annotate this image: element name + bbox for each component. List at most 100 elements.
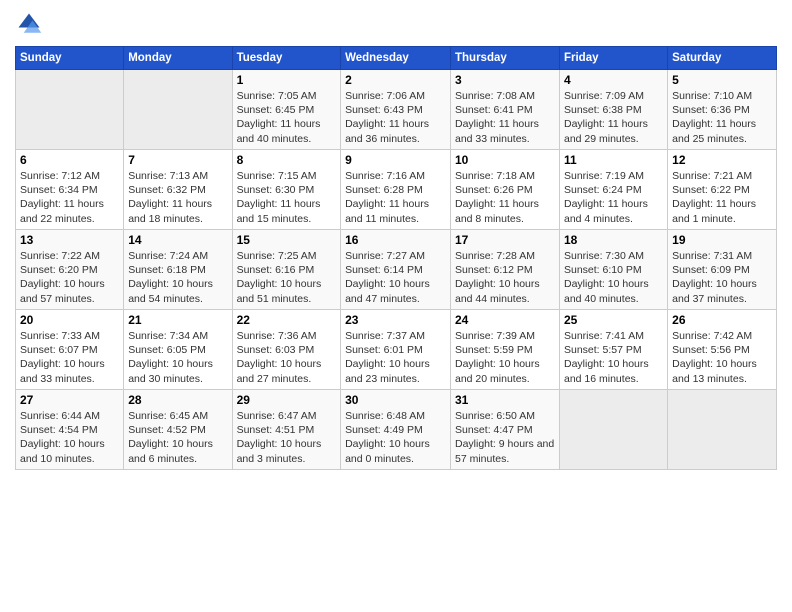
day-number: 25 (564, 313, 663, 327)
calendar-table: SundayMondayTuesdayWednesdayThursdayFrid… (15, 46, 777, 470)
weekday-header: Thursday (451, 47, 560, 70)
day-info: Sunrise: 7:33 AM Sunset: 6:07 PM Dayligh… (20, 329, 119, 386)
calendar-cell: 5 Sunrise: 7:10 AM Sunset: 6:36 PM Daylig… (668, 70, 777, 150)
day-number: 22 (237, 313, 337, 327)
day-info: Sunrise: 7:34 AM Sunset: 6:05 PM Dayligh… (128, 329, 227, 386)
calendar-cell: 15 Sunrise: 7:25 AM Sunset: 6:16 PM Dayli… (232, 230, 341, 310)
calendar-cell (559, 390, 667, 470)
day-number: 16 (345, 233, 446, 247)
calendar-cell: 4 Sunrise: 7:09 AM Sunset: 6:38 PM Daylig… (559, 70, 667, 150)
day-number: 26 (672, 313, 772, 327)
calendar-cell: 21 Sunrise: 7:34 AM Sunset: 6:05 PM Dayli… (124, 310, 232, 390)
day-info: Sunrise: 7:30 AM Sunset: 6:10 PM Dayligh… (564, 249, 663, 306)
calendar-cell: 18 Sunrise: 7:30 AM Sunset: 6:10 PM Dayli… (559, 230, 667, 310)
day-number: 31 (455, 393, 555, 407)
day-number: 7 (128, 153, 227, 167)
day-info: Sunrise: 7:28 AM Sunset: 6:12 PM Dayligh… (455, 249, 555, 306)
day-info: Sunrise: 7:22 AM Sunset: 6:20 PM Dayligh… (20, 249, 119, 306)
day-number: 27 (20, 393, 119, 407)
calendar-cell: 28 Sunrise: 6:45 AM Sunset: 4:52 PM Dayli… (124, 390, 232, 470)
calendar-cell: 20 Sunrise: 7:33 AM Sunset: 6:07 PM Dayli… (16, 310, 124, 390)
calendar-cell: 17 Sunrise: 7:28 AM Sunset: 6:12 PM Dayli… (451, 230, 560, 310)
calendar-cell: 27 Sunrise: 6:44 AM Sunset: 4:54 PM Dayli… (16, 390, 124, 470)
day-number: 21 (128, 313, 227, 327)
day-info: Sunrise: 7:39 AM Sunset: 5:59 PM Dayligh… (455, 329, 555, 386)
day-info: Sunrise: 7:06 AM Sunset: 6:43 PM Dayligh… (345, 89, 446, 146)
calendar-cell: 1Sunrise: 7:05 AM Sunset: 6:45 PM Daylig… (232, 70, 341, 150)
day-info: Sunrise: 6:45 AM Sunset: 4:52 PM Dayligh… (128, 409, 227, 466)
day-number: 23 (345, 313, 446, 327)
day-number: 29 (237, 393, 337, 407)
day-info: Sunrise: 7:15 AM Sunset: 6:30 PM Dayligh… (237, 169, 337, 226)
day-number: 1 (237, 73, 337, 87)
weekday-header: Monday (124, 47, 232, 70)
calendar-cell: 19 Sunrise: 7:31 AM Sunset: 6:09 PM Dayli… (668, 230, 777, 310)
calendar-cell: 2 Sunrise: 7:06 AM Sunset: 6:43 PM Daylig… (341, 70, 451, 150)
calendar-cell: 8 Sunrise: 7:15 AM Sunset: 6:30 PM Daylig… (232, 150, 341, 230)
day-number: 5 (672, 73, 772, 87)
day-number: 19 (672, 233, 772, 247)
calendar-cell: 14 Sunrise: 7:24 AM Sunset: 6:18 PM Dayli… (124, 230, 232, 310)
calendar-cell: 3 Sunrise: 7:08 AM Sunset: 6:41 PM Daylig… (451, 70, 560, 150)
day-number: 17 (455, 233, 555, 247)
day-info: Sunrise: 7:36 AM Sunset: 6:03 PM Dayligh… (237, 329, 337, 386)
day-info: Sunrise: 6:47 AM Sunset: 4:51 PM Dayligh… (237, 409, 337, 466)
weekday-header: Tuesday (232, 47, 341, 70)
calendar-cell: 31 Sunrise: 6:50 AM Sunset: 4:47 PM Dayli… (451, 390, 560, 470)
calendar-cell (124, 70, 232, 150)
weekday-header: Sunday (16, 47, 124, 70)
day-info: Sunrise: 7:24 AM Sunset: 6:18 PM Dayligh… (128, 249, 227, 306)
day-number: 13 (20, 233, 119, 247)
day-number: 2 (345, 73, 446, 87)
day-number: 18 (564, 233, 663, 247)
day-info: Sunrise: 6:48 AM Sunset: 4:49 PM Dayligh… (345, 409, 446, 466)
day-info: Sunrise: 6:50 AM Sunset: 4:47 PM Dayligh… (455, 409, 555, 466)
day-info: Sunrise: 7:09 AM Sunset: 6:38 PM Dayligh… (564, 89, 663, 146)
calendar-cell: 7Sunrise: 7:13 AM Sunset: 6:32 PM Daylig… (124, 150, 232, 230)
weekday-header: Friday (559, 47, 667, 70)
day-number: 8 (237, 153, 337, 167)
calendar-cell: 16Sunrise: 7:27 AM Sunset: 6:14 PM Dayli… (341, 230, 451, 310)
day-number: 20 (20, 313, 119, 327)
calendar-cell: 13 Sunrise: 7:22 AM Sunset: 6:20 PM Dayli… (16, 230, 124, 310)
day-number: 4 (564, 73, 663, 87)
day-number: 10 (455, 153, 555, 167)
day-info: Sunrise: 7:10 AM Sunset: 6:36 PM Dayligh… (672, 89, 772, 146)
day-info: Sunrise: 7:37 AM Sunset: 6:01 PM Dayligh… (345, 329, 446, 386)
calendar-cell: 11 Sunrise: 7:19 AM Sunset: 6:24 PM Dayli… (559, 150, 667, 230)
logo-icon (15, 10, 43, 38)
calendar-cell (16, 70, 124, 150)
day-number: 3 (455, 73, 555, 87)
calendar-cell: 10Sunrise: 7:18 AM Sunset: 6:26 PM Dayli… (451, 150, 560, 230)
calendar-cell: 24 Sunrise: 7:39 AM Sunset: 5:59 PM Dayli… (451, 310, 560, 390)
day-number: 11 (564, 153, 663, 167)
day-info: Sunrise: 7:31 AM Sunset: 6:09 PM Dayligh… (672, 249, 772, 306)
day-info: Sunrise: 7:12 AM Sunset: 6:34 PM Dayligh… (20, 169, 119, 226)
logo (15, 10, 47, 38)
day-info: Sunrise: 7:25 AM Sunset: 6:16 PM Dayligh… (237, 249, 337, 306)
weekday-header: Saturday (668, 47, 777, 70)
day-number: 30 (345, 393, 446, 407)
day-info: Sunrise: 7:19 AM Sunset: 6:24 PM Dayligh… (564, 169, 663, 226)
day-info: Sunrise: 6:44 AM Sunset: 4:54 PM Dayligh… (20, 409, 119, 466)
day-number: 6 (20, 153, 119, 167)
calendar-cell: 26 Sunrise: 7:42 AM Sunset: 5:56 PM Dayli… (668, 310, 777, 390)
day-number: 9 (345, 153, 446, 167)
calendar-cell: 23 Sunrise: 7:37 AM Sunset: 6:01 PM Dayli… (341, 310, 451, 390)
calendar-cell (668, 390, 777, 470)
weekday-header: Wednesday (341, 47, 451, 70)
day-number: 14 (128, 233, 227, 247)
day-info: Sunrise: 7:42 AM Sunset: 5:56 PM Dayligh… (672, 329, 772, 386)
day-number: 24 (455, 313, 555, 327)
calendar-cell: 25Sunrise: 7:41 AM Sunset: 5:57 PM Dayli… (559, 310, 667, 390)
day-info: Sunrise: 7:08 AM Sunset: 6:41 PM Dayligh… (455, 89, 555, 146)
calendar-cell: 22 Sunrise: 7:36 AM Sunset: 6:03 PM Dayli… (232, 310, 341, 390)
day-number: 28 (128, 393, 227, 407)
day-number: 15 (237, 233, 337, 247)
calendar-cell: 12Sunrise: 7:21 AM Sunset: 6:22 PM Dayli… (668, 150, 777, 230)
day-info: Sunrise: 7:21 AM Sunset: 6:22 PM Dayligh… (672, 169, 772, 226)
calendar-cell: 6 Sunrise: 7:12 AM Sunset: 6:34 PM Daylig… (16, 150, 124, 230)
calendar-cell: 9Sunrise: 7:16 AM Sunset: 6:28 PM Daylig… (341, 150, 451, 230)
calendar-cell: 30 Sunrise: 6:48 AM Sunset: 4:49 PM Dayli… (341, 390, 451, 470)
page-header (15, 10, 777, 38)
